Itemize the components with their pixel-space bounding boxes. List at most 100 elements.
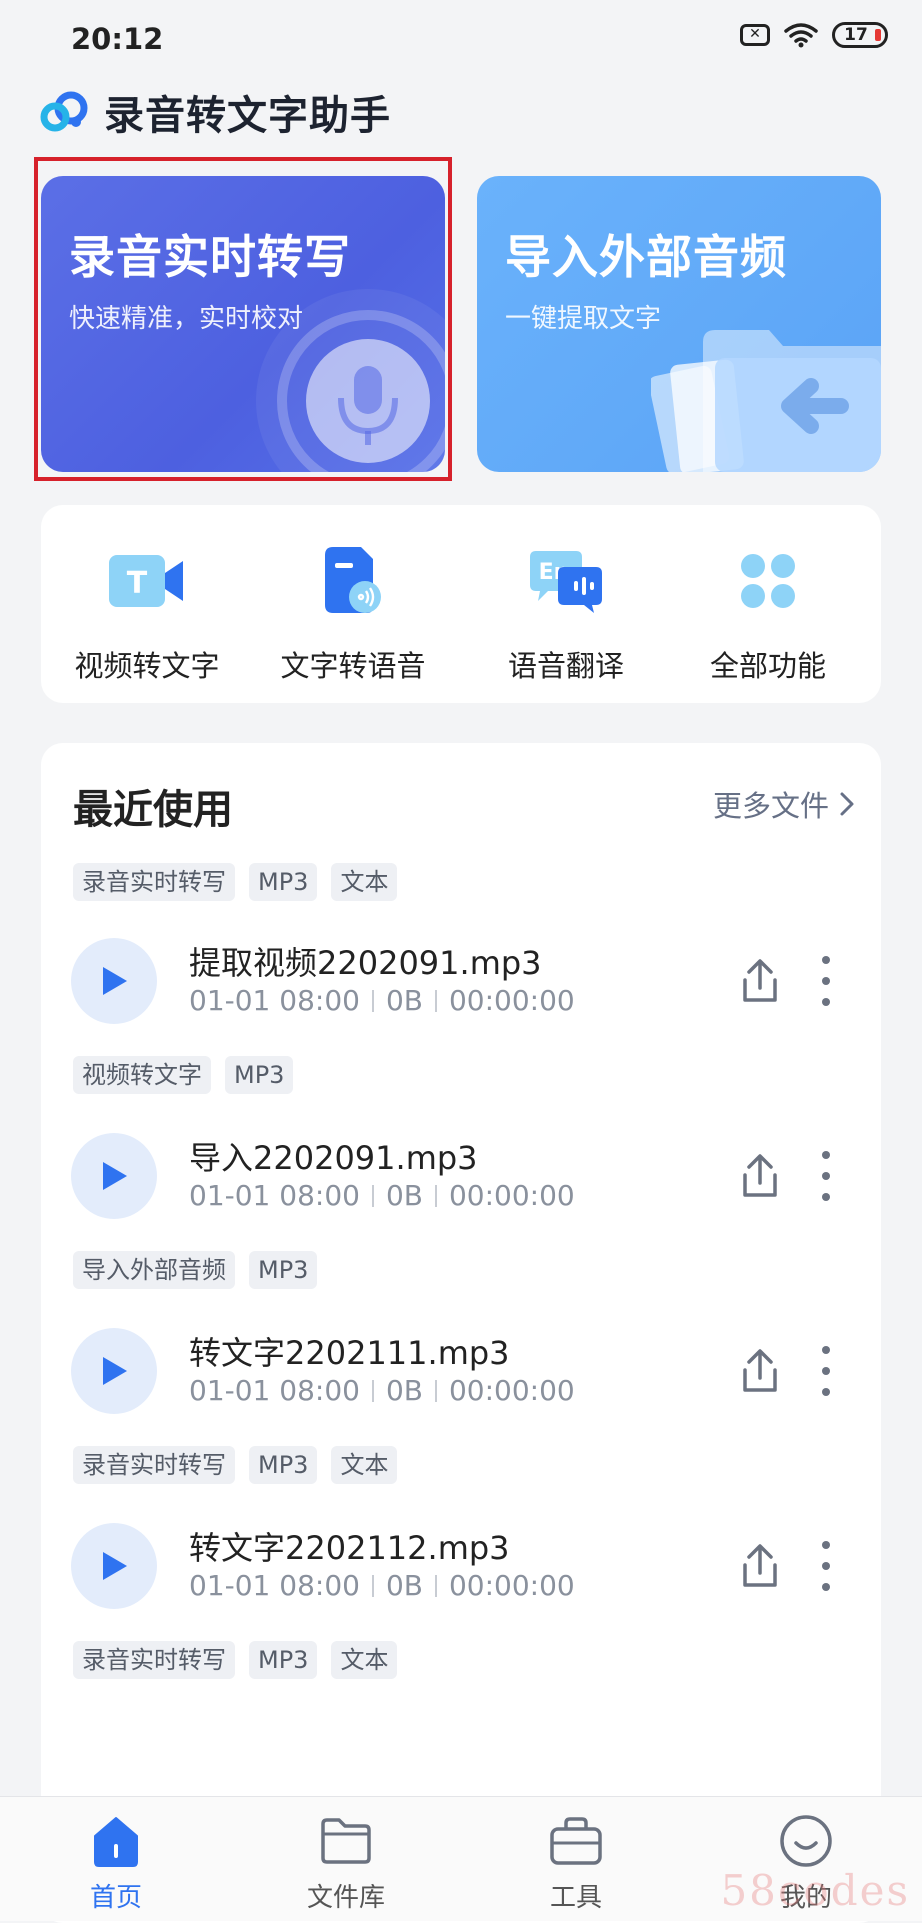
card-title: 导入外部音频	[505, 230, 787, 284]
file-duration: 00:00:00	[448, 1179, 575, 1212]
tag: MP3	[249, 863, 318, 901]
nav-label: 首页	[89, 1883, 142, 1913]
tag: 视频转文字	[73, 1056, 211, 1094]
function-voice-translate[interactable]: En 语音翻译	[471, 541, 661, 685]
card-title: 录音实时转写	[69, 230, 351, 284]
file-row[interactable]: 转文字2202111.mp3 01-01 08:00 0B 00:00:00	[71, 1328, 861, 1416]
import-audio-card[interactable]: 导入外部音频 一键提取文字	[477, 176, 881, 472]
nav-home[interactable]: 首页	[46, 1811, 186, 1914]
file-row[interactable]: 转文字2202112.mp3 01-01 08:00 0B 00:00:00	[71, 1523, 861, 1611]
function-label: 全部功能	[709, 649, 826, 683]
file-row[interactable]: 导入2202091.mp3 01-01 08:00 0B 00:00:00	[71, 1133, 861, 1221]
status-icons: ✕ 17	[740, 22, 888, 48]
file-size: 0B	[385, 984, 423, 1017]
file-duration: 00:00:00	[448, 1569, 575, 1602]
tag: 录音实时转写	[73, 1641, 235, 1679]
play-icon	[103, 1357, 127, 1385]
file-meta: 01-01 08:00 0B 00:00:00	[189, 984, 575, 1017]
tag-row: 导入外部音频 MP3	[73, 1251, 318, 1289]
nav-label: 文件库	[306, 1883, 385, 1913]
more-options-icon[interactable]	[811, 948, 841, 1014]
play-icon	[103, 1162, 127, 1190]
function-label: 文字转语音	[280, 649, 426, 683]
function-label: 语音翻译	[507, 649, 624, 683]
play-icon	[103, 1552, 127, 1580]
nav-tools[interactable]: 工具	[506, 1811, 646, 1914]
tag-row: 录音实时转写 MP3 文本	[73, 1641, 398, 1679]
watermark: 58codes	[720, 1866, 910, 1915]
recent-panel: 最近使用 更多文件 录音实时转写 MP3 文本 提取视频2202091.mp3 …	[41, 743, 881, 1923]
file-date: 01-01 08:00	[189, 1374, 360, 1407]
app-logo-icon	[40, 91, 88, 132]
more-files-link[interactable]: 更多文件	[713, 783, 855, 825]
more-options-icon[interactable]	[811, 1533, 841, 1599]
more-files-label: 更多文件	[712, 789, 829, 823]
battery-icon: 17	[832, 22, 888, 48]
tag: 文本	[331, 1446, 398, 1484]
function-panel: T 视频转文字 文字转语音 En 语音翻译 全部功能	[41, 505, 881, 703]
file-date: 01-01 08:00	[189, 1179, 360, 1212]
tag-row: 录音实时转写 MP3 文本	[73, 1446, 398, 1484]
function-video-to-text[interactable]: T 视频转文字	[52, 541, 242, 685]
play-icon	[103, 967, 127, 995]
chevron-right-icon	[840, 792, 854, 816]
microphone-icon	[256, 289, 445, 472]
tag: 录音实时转写	[73, 1446, 235, 1484]
more-options-icon[interactable]	[811, 1143, 841, 1209]
tag: MP3	[249, 1641, 318, 1679]
share-icon[interactable]	[735, 1541, 785, 1591]
share-icon[interactable]	[735, 956, 785, 1006]
app-header: 录音转文字助手	[38, 88, 391, 139]
status-time: 20:12	[71, 22, 164, 56]
file-meta: 01-01 08:00 0B 00:00:00	[189, 1179, 575, 1212]
tag: 导入外部音频	[73, 1251, 235, 1289]
function-label: 视频转文字	[74, 649, 220, 683]
play-button[interactable]	[71, 1523, 157, 1609]
file-name: 导入2202091.mp3	[189, 1139, 478, 1177]
wifi-icon	[784, 23, 818, 48]
file-duration: 00:00:00	[448, 1374, 575, 1407]
file-date: 01-01 08:00	[189, 1569, 360, 1602]
battery-level: 17	[844, 25, 868, 45]
share-icon[interactable]	[735, 1346, 785, 1396]
play-button[interactable]	[71, 1328, 157, 1414]
text-speech-icon	[325, 547, 381, 613]
more-options-icon[interactable]	[811, 1338, 841, 1404]
tag: MP3	[225, 1056, 294, 1094]
nav-file-library[interactable]: 文件库	[276, 1811, 416, 1914]
file-name: 提取视频2202091.mp3	[189, 944, 542, 982]
profile-icon	[780, 1815, 832, 1867]
tag-row: 视频转文字 MP3	[73, 1056, 294, 1094]
file-meta: 01-01 08:00 0B 00:00:00	[189, 1374, 575, 1407]
status-bar: 20:12 ✕ 17	[0, 0, 922, 82]
video-text-icon: T	[109, 555, 183, 607]
file-duration: 00:00:00	[448, 984, 575, 1017]
file-name: 转文字2202111.mp3	[189, 1334, 510, 1372]
all-functions-icon	[741, 554, 795, 608]
translate-icon: En	[530, 551, 602, 613]
tag: 文本	[331, 863, 398, 901]
tag: 文本	[331, 1641, 398, 1679]
function-text-to-speech[interactable]: 文字转语音	[258, 541, 448, 685]
function-all[interactable]: 全部功能	[673, 541, 863, 685]
play-button[interactable]	[71, 1133, 157, 1219]
file-size: 0B	[385, 1569, 423, 1602]
folder-import-icon	[651, 330, 881, 472]
toolbox-icon	[550, 1817, 602, 1865]
file-meta: 01-01 08:00 0B 00:00:00	[189, 1569, 575, 1602]
no-sim-icon: ✕	[740, 24, 770, 46]
tag: MP3	[249, 1446, 318, 1484]
realtime-transcribe-card[interactable]: 录音实时转写 快速精准，实时校对	[41, 176, 445, 472]
tag: 录音实时转写	[73, 863, 235, 901]
file-size: 0B	[385, 1374, 423, 1407]
play-button[interactable]	[71, 938, 157, 1024]
folder-icon	[321, 1818, 371, 1864]
file-date: 01-01 08:00	[189, 984, 360, 1017]
svg-text:T: T	[127, 566, 148, 601]
home-icon	[94, 1817, 138, 1867]
file-row[interactable]: 提取视频2202091.mp3 01-01 08:00 0B 00:00:00	[71, 938, 861, 1026]
file-name: 转文字2202112.mp3	[189, 1529, 510, 1567]
share-icon[interactable]	[735, 1151, 785, 1201]
tag-row: 录音实时转写 MP3 文本	[73, 863, 398, 901]
tag: MP3	[249, 1251, 318, 1289]
